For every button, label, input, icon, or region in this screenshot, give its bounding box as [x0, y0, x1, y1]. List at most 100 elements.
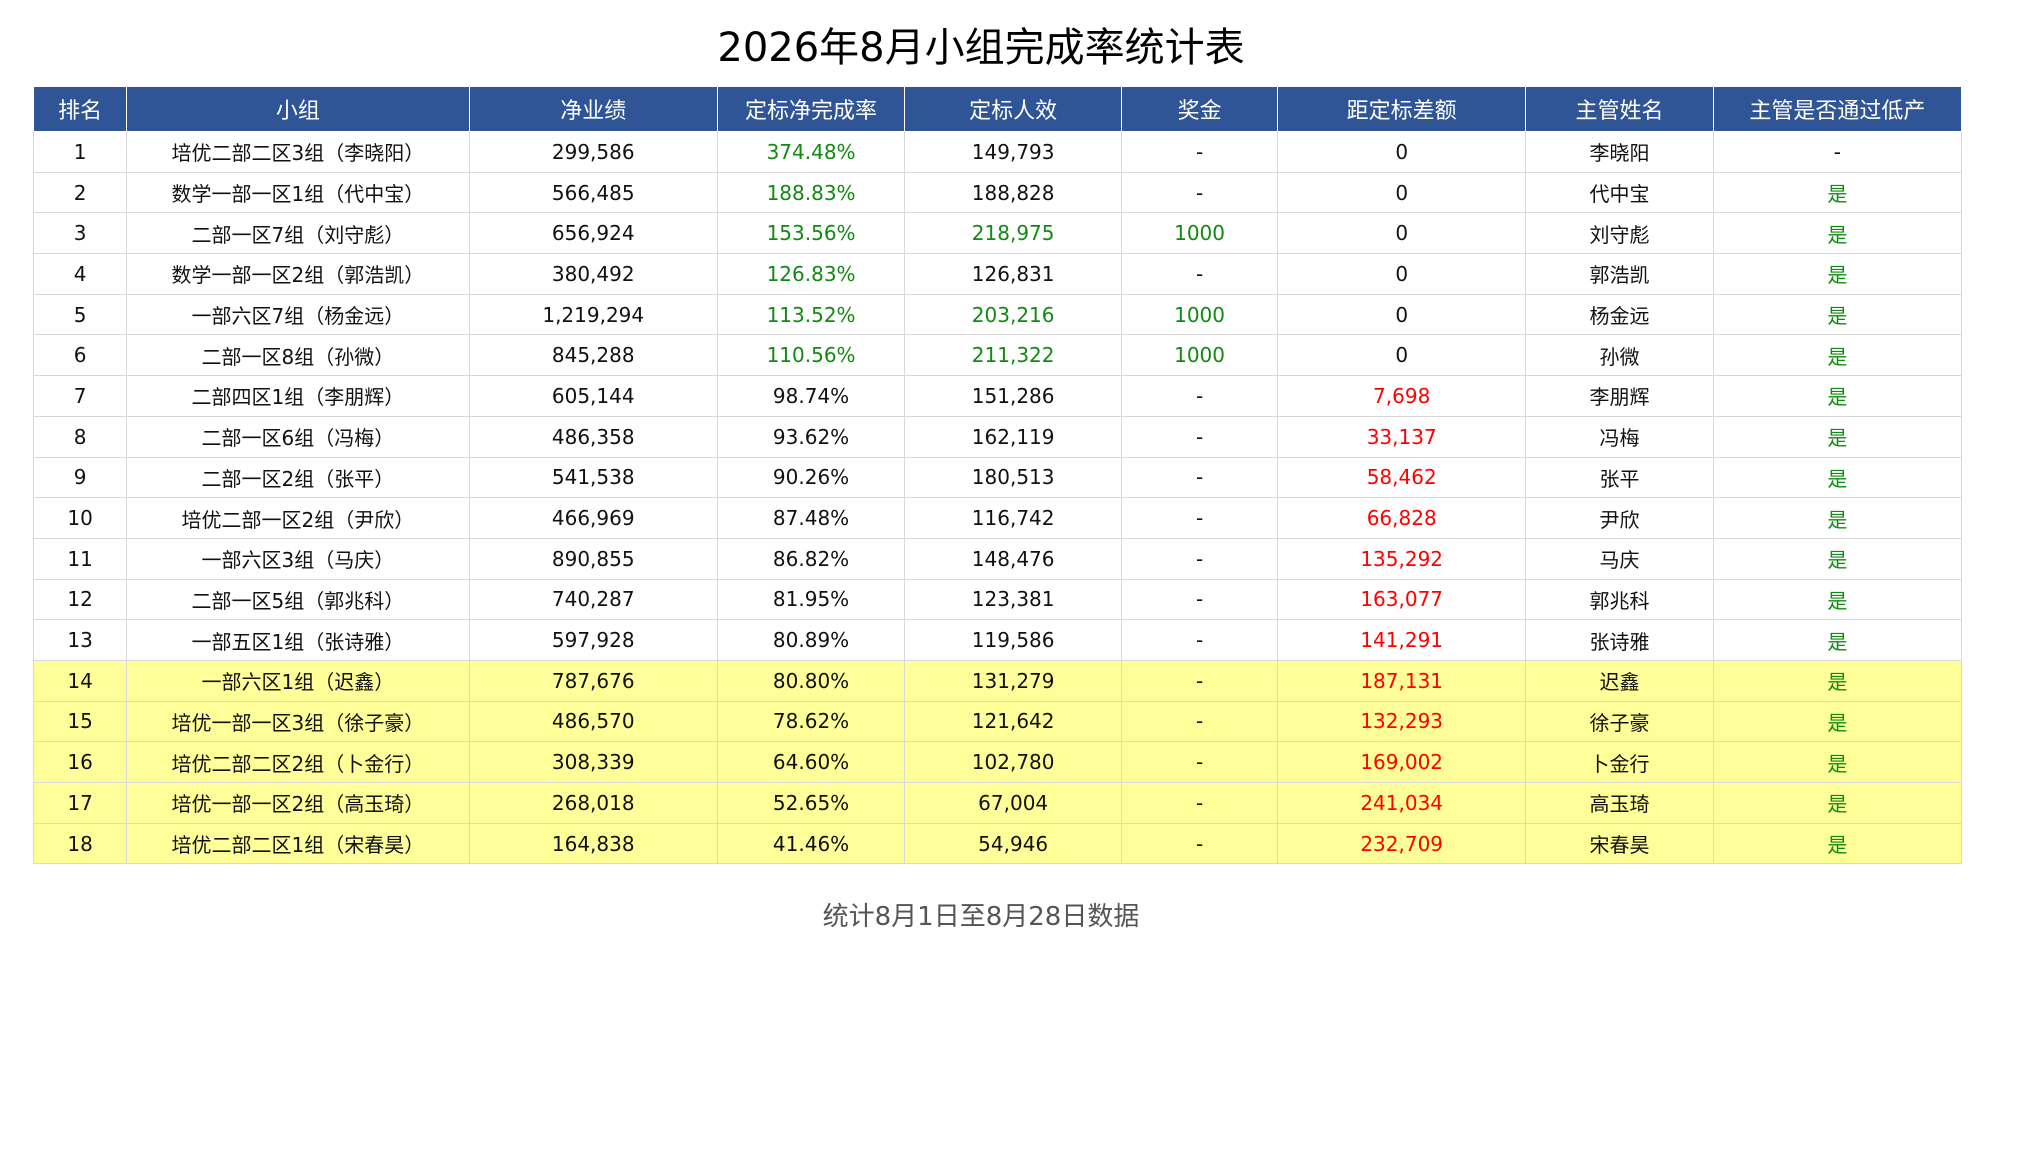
cell-per-capita: 180,513 — [904, 456, 1123, 499]
cell-group: 二部一区7组（刘守彪） — [126, 212, 470, 255]
cell-per-capita: 218,975 — [904, 212, 1123, 255]
cell-group: 一部五区1组（张诗雅） — [126, 619, 470, 661]
cell-manager: 迟鑫 — [1525, 659, 1714, 702]
cell-bonus: - — [1121, 171, 1279, 214]
table-row: 14 一部六区1组（迟鑫） 787,676 80.80% 131,279-187,131… — [32, 659, 1963, 702]
cell-net-performance: 566,485 — [468, 171, 718, 214]
cell-bonus: - — [1121, 822, 1279, 865]
cell-gap: 187,131 — [1277, 659, 1527, 702]
cell-bonus: - — [1121, 415, 1279, 458]
table-row: 10 培优二部一区2组（尹欣） 466,969 87.48% 116,742-66,82… — [32, 497, 1963, 539]
table-row: 4 数学一部一区2组（郭浩凯） 380,492 126.83% 126,831-0 郭浩凯… — [32, 253, 1963, 295]
cell-net-performance: 308,339 — [468, 741, 718, 783]
cell-group: 一部六区3组（马庆） — [126, 537, 470, 580]
cell-manager-pass: - — [1712, 131, 1963, 173]
cell-per-capita: 119,586 — [904, 619, 1123, 661]
header-per-capita: 定标人效 — [904, 86, 1123, 132]
cell-per-capita: 123,381 — [904, 578, 1123, 621]
cell-group: 二部一区6组（冯梅） — [126, 415, 470, 458]
cell-per-capita: 121,642 — [904, 700, 1123, 743]
cell-bonus: - — [1121, 741, 1279, 783]
header-bonus: 奖金 — [1121, 86, 1279, 132]
cell-rank: 1 — [32, 131, 128, 173]
cell-net-performance: 164,838 — [468, 822, 718, 865]
cell-net-performance: 466,969 — [468, 497, 718, 539]
cell-manager-pass: 是 — [1712, 497, 1963, 539]
cell-group: 二部一区2组（张平） — [126, 456, 470, 499]
cell-manager-pass: 是 — [1712, 334, 1963, 377]
cell-gap: 0 — [1277, 171, 1527, 214]
cell-bonus: - — [1121, 456, 1279, 499]
header-manager-pass: 主管是否通过低产 — [1712, 86, 1963, 132]
page-title: 2026年8月小组完成率统计表 — [717, 25, 1245, 71]
cell-manager: 张诗雅 — [1525, 619, 1714, 661]
cell-group: 二部一区5组（郭兆科） — [126, 578, 470, 621]
cell-gap: 0 — [1277, 212, 1527, 255]
table-row: 15 培优一部一区3组（徐子豪） 486,570 78.62% 121,642-132,… — [32, 700, 1963, 743]
cell-rank: 10 — [32, 497, 128, 539]
cell-completion-rate: 374.48% — [716, 131, 906, 173]
cell-manager: 马庆 — [1525, 537, 1714, 580]
cell-net-performance: 299,586 — [468, 131, 718, 173]
cell-rank: 8 — [32, 415, 128, 458]
cell-group: 一部六区1组（迟鑫） — [126, 659, 470, 702]
cell-per-capita: 67,004 — [904, 782, 1123, 824]
cell-net-performance: 740,287 — [468, 578, 718, 621]
cell-bonus: - — [1121, 497, 1279, 539]
cell-manager: 郭兆科 — [1525, 578, 1714, 621]
cell-rank: 13 — [32, 619, 128, 661]
cell-completion-rate: 64.60% — [716, 741, 906, 783]
cell-completion-rate: 52.65% — [716, 782, 906, 824]
cell-per-capita: 162,119 — [904, 415, 1123, 458]
cell-rank: 4 — [32, 253, 128, 295]
cell-bonus: - — [1121, 131, 1279, 173]
cell-rank: 16 — [32, 741, 128, 783]
cell-gap: 169,002 — [1277, 741, 1527, 783]
cell-rank: 9 — [32, 456, 128, 499]
cell-gap: 58,462 — [1277, 456, 1527, 499]
cell-net-performance: 486,570 — [468, 700, 718, 743]
cell-manager: 尹欣 — [1525, 497, 1714, 539]
table-row: 16 培优二部二区2组（卜金行） 308,339 64.60% 102,780-169,… — [32, 741, 1963, 783]
cell-completion-rate: 80.80% — [716, 659, 906, 702]
cell-bonus: - — [1121, 659, 1279, 702]
cell-completion-rate: 87.48% — [716, 497, 906, 539]
cell-gap: 7,698 — [1277, 375, 1527, 417]
cell-rank: 17 — [32, 782, 128, 824]
table-header-row: 排名 小组 净业绩 定标净完成率 定标人效 奖金 距定标差额 主管姓名 主管是否… — [32, 86, 1963, 132]
cell-completion-rate: 80.89% — [716, 619, 906, 661]
cell-gap: 163,077 — [1277, 578, 1527, 621]
header-group: 小组 — [126, 86, 470, 132]
table-row: 3 二部一区7组（刘守彪） 656,924 153.56% 218,975 1000 0 刘守… — [32, 212, 1963, 255]
cell-group: 数学一部一区2组（郭浩凯） — [126, 253, 470, 295]
cell-manager-pass: 是 — [1712, 741, 1963, 783]
cell-completion-rate: 113.52% — [716, 293, 906, 336]
cell-rank: 15 — [32, 700, 128, 743]
cell-completion-rate: 41.46% — [716, 822, 906, 865]
cell-completion-rate: 153.56% — [716, 212, 906, 255]
cell-manager-pass: 是 — [1712, 659, 1963, 702]
cell-gap: 0 — [1277, 334, 1527, 377]
cell-rank: 3 — [32, 212, 128, 255]
cell-completion-rate: 110.56% — [716, 334, 906, 377]
completion-rate-table: 排名 小组 净业绩 定标净完成率 定标人效 奖金 距定标差额 主管姓名 主管是否… — [32, 86, 1963, 865]
cell-gap: 66,828 — [1277, 497, 1527, 539]
table-row: 2 数学一部一区1组（代中宝） 566,485 188.83% 188,828-0 代中宝… — [32, 171, 1963, 214]
cell-manager: 冯梅 — [1525, 415, 1714, 458]
cell-manager: 杨金远 — [1525, 293, 1714, 336]
cell-group: 二部四区1组（李朋辉） — [126, 375, 470, 417]
header-completion-rate: 定标净完成率 — [716, 86, 906, 132]
cell-gap: 232,709 — [1277, 822, 1527, 865]
cell-completion-rate: 126.83% — [716, 253, 906, 295]
cell-per-capita: 211,322 — [904, 334, 1123, 377]
cell-bonus: 1000 — [1121, 212, 1279, 255]
cell-gap: 33,137 — [1277, 415, 1527, 458]
table-row: 1 培优二部二区3组（李晓阳） 299,586 374.48% 149,793-0 李晓阳… — [32, 131, 1963, 173]
cell-rank: 5 — [32, 293, 128, 336]
cell-manager-pass: 是 — [1712, 171, 1963, 214]
cell-net-performance: 268,018 — [468, 782, 718, 824]
cell-rank: 7 — [32, 375, 128, 417]
cell-bonus: - — [1121, 782, 1279, 824]
footnote: 统计8月1日至8月28日数据 — [822, 902, 1140, 932]
cell-manager-pass: 是 — [1712, 578, 1963, 621]
